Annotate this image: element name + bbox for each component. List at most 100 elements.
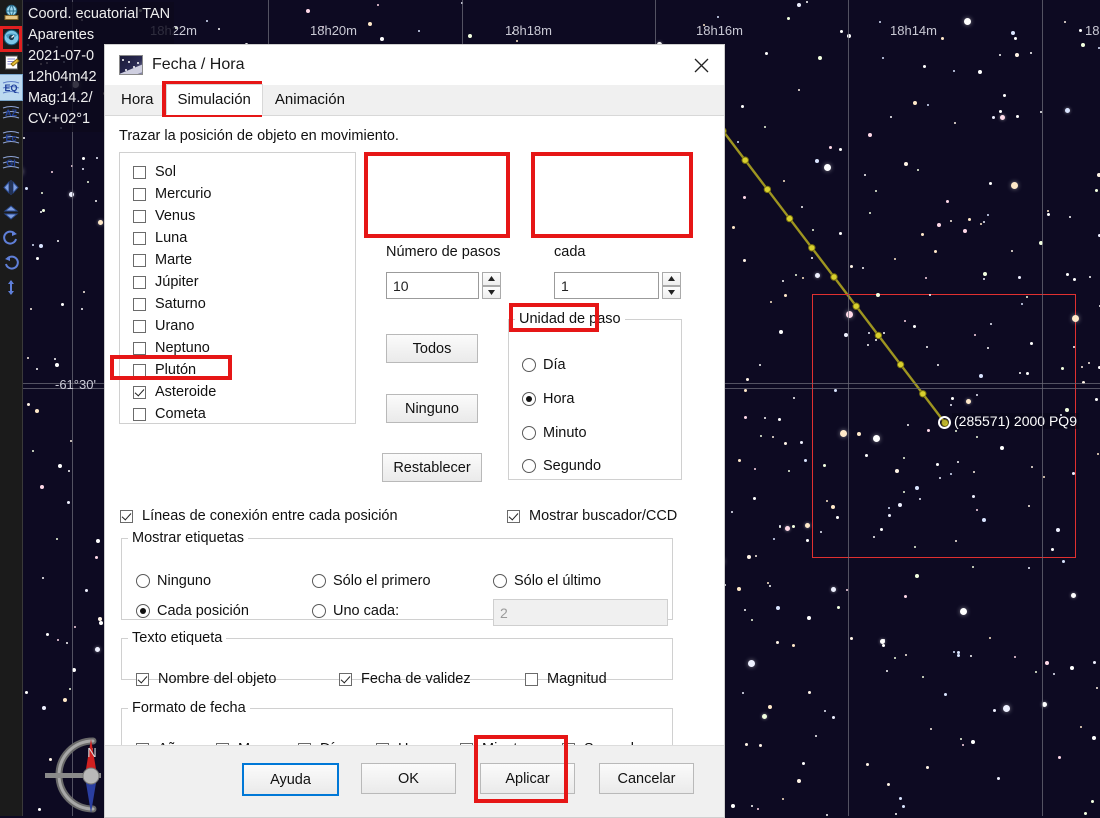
interval-spin-buttons[interactable] (662, 272, 681, 299)
checkbox-icon[interactable] (133, 231, 146, 245)
galactic-grid-icon[interactable]: Gl (0, 150, 22, 175)
step-unit-hora[interactable]: Hora (522, 391, 574, 407)
equatorial-grid-icon[interactable]: EQ (0, 74, 23, 101)
chevron-down-icon[interactable] (482, 285, 501, 299)
tab-animacion[interactable]: Animación (263, 84, 357, 115)
checkbox-icon[interactable] (136, 672, 149, 686)
tab-simulacion[interactable]: Simulación (165, 84, 263, 115)
object-checkbox-marte[interactable]: Marte (133, 249, 355, 271)
asteroid-marker[interactable] (938, 416, 951, 429)
star (887, 783, 890, 786)
label-text-nombre[interactable]: Nombre del objeto (136, 668, 277, 690)
select-all-button[interactable]: Todos (386, 334, 478, 363)
rotate-left-icon[interactable] (0, 250, 22, 275)
star (824, 710, 826, 712)
reset-button[interactable]: Restablecer (382, 453, 482, 482)
checkbox-icon[interactable] (133, 165, 146, 179)
label-text-magnitud[interactable]: Magnitud (525, 668, 607, 690)
object-checkbox-saturno[interactable]: Saturno (133, 293, 355, 315)
object-checkbox-mercurio[interactable]: Mercurio (133, 183, 355, 205)
rotate-right-icon[interactable] (0, 225, 22, 250)
radio-icon[interactable] (136, 604, 150, 618)
label-text-fecha[interactable]: Fecha de validez (339, 668, 471, 690)
object-checkbox-jupiter[interactable]: Júpiter (133, 271, 355, 293)
radio-icon[interactable] (312, 604, 326, 618)
object-checkbox-venus[interactable]: Venus (133, 205, 355, 227)
step-unit-segundo[interactable]: Segundo (522, 458, 601, 474)
star (82, 168, 84, 170)
help-button[interactable]: Ayuda (242, 763, 339, 796)
left-toolbar[interactable]: EQ AZ Ec Gl (0, 0, 23, 816)
object-checkbox-neptuno[interactable]: Neptuno (133, 337, 355, 359)
apply-button[interactable]: Aplicar (480, 763, 575, 794)
step-unit-dia[interactable]: Día (522, 357, 566, 373)
star (917, 169, 919, 171)
flip-vertical-icon[interactable] (0, 200, 22, 225)
zenith-icon[interactable] (0, 275, 22, 300)
checkbox-icon[interactable] (133, 407, 146, 421)
checkbox-icon[interactable] (133, 187, 146, 201)
labels-ninguno[interactable]: Ninguno (136, 573, 211, 589)
steps-input[interactable]: 10 (386, 272, 479, 299)
flip-horizontal-icon[interactable] (0, 175, 22, 200)
star (1028, 505, 1030, 507)
labels-cada-posicion[interactable]: Cada posición (136, 603, 249, 619)
star (812, 229, 814, 231)
connection-lines-checkbox[interactable]: Líneas de conexión entre cada posición (120, 505, 398, 527)
azimuthal-grid-icon[interactable]: AZ (0, 100, 22, 125)
checkbox-icon[interactable] (133, 341, 146, 355)
ecliptic-grid-icon[interactable]: Ec (0, 125, 22, 150)
checkbox-icon[interactable] (133, 253, 146, 267)
tab-hora[interactable]: Hora (109, 84, 166, 115)
radio-icon[interactable] (522, 392, 536, 406)
star (57, 639, 59, 641)
checkbox-icon[interactable] (339, 672, 352, 686)
radio-icon[interactable] (493, 574, 507, 588)
fecha-hora-dialog[interactable]: Fecha / Hora Hora Simulación Animación T… (104, 44, 725, 818)
interval-input[interactable]: 1 (554, 272, 659, 299)
step-unit-legend: Unidad de paso (519, 311, 621, 327)
checkbox-icon[interactable] (525, 672, 538, 686)
cancel-button[interactable]: Cancelar (599, 763, 694, 794)
radio-icon[interactable] (522, 459, 536, 473)
object-checkbox-urano[interactable]: Urano (133, 315, 355, 337)
checkbox-icon[interactable] (120, 509, 133, 523)
ok-button[interactable]: OK (361, 763, 456, 794)
checkbox-icon[interactable] (507, 509, 520, 523)
radio-icon[interactable] (522, 426, 536, 440)
checkbox-icon[interactable] (133, 363, 146, 377)
checkbox-icon[interactable] (133, 297, 146, 311)
labels-uno-cada[interactable]: Uno cada: (312, 603, 399, 619)
radio-icon[interactable] (312, 574, 326, 588)
step-unit-minuto[interactable]: Minuto (522, 425, 587, 441)
object-checkbox-asteroide[interactable]: Asteroide (133, 381, 355, 403)
select-none-button[interactable]: Ninguno (386, 394, 478, 423)
object-checkbox-sol[interactable]: Sol (133, 161, 355, 183)
checkbox-icon[interactable] (133, 275, 146, 289)
chevron-up-icon[interactable] (482, 272, 501, 286)
steps-spin-buttons[interactable] (482, 272, 501, 299)
show-finder-checkbox[interactable]: Mostrar buscador/CCD (507, 505, 677, 527)
one-every-input[interactable]: 2 (493, 599, 668, 626)
labels-solo-ultimo[interactable]: Sólo el último (493, 573, 601, 589)
star (54, 358, 56, 360)
object-checkbox-cometa[interactable]: Cometa (133, 403, 355, 425)
checkbox-icon[interactable] (133, 209, 146, 223)
labels-solo-primero[interactable]: Sólo el primero (312, 573, 431, 589)
chevron-up-icon[interactable] (662, 272, 681, 286)
close-icon[interactable] (678, 45, 724, 85)
catalog-icon[interactable] (0, 50, 22, 75)
steps-spinner[interactable]: 10 (386, 272, 501, 299)
observatory-icon[interactable] (0, 0, 22, 25)
star (46, 633, 49, 636)
chevron-down-icon[interactable] (662, 285, 681, 299)
star (1081, 366, 1083, 368)
object-checkbox-luna[interactable]: Luna (133, 227, 355, 249)
radio-icon[interactable] (522, 358, 536, 372)
interval-spinner[interactable]: 1 (554, 272, 681, 299)
object-checkbox-pluton[interactable]: Plutón (133, 359, 355, 381)
dialog-tabs[interactable]: Hora Simulación Animación (105, 84, 724, 116)
checkbox-icon[interactable] (133, 385, 146, 399)
checkbox-icon[interactable] (133, 319, 146, 333)
radio-icon[interactable] (136, 574, 150, 588)
